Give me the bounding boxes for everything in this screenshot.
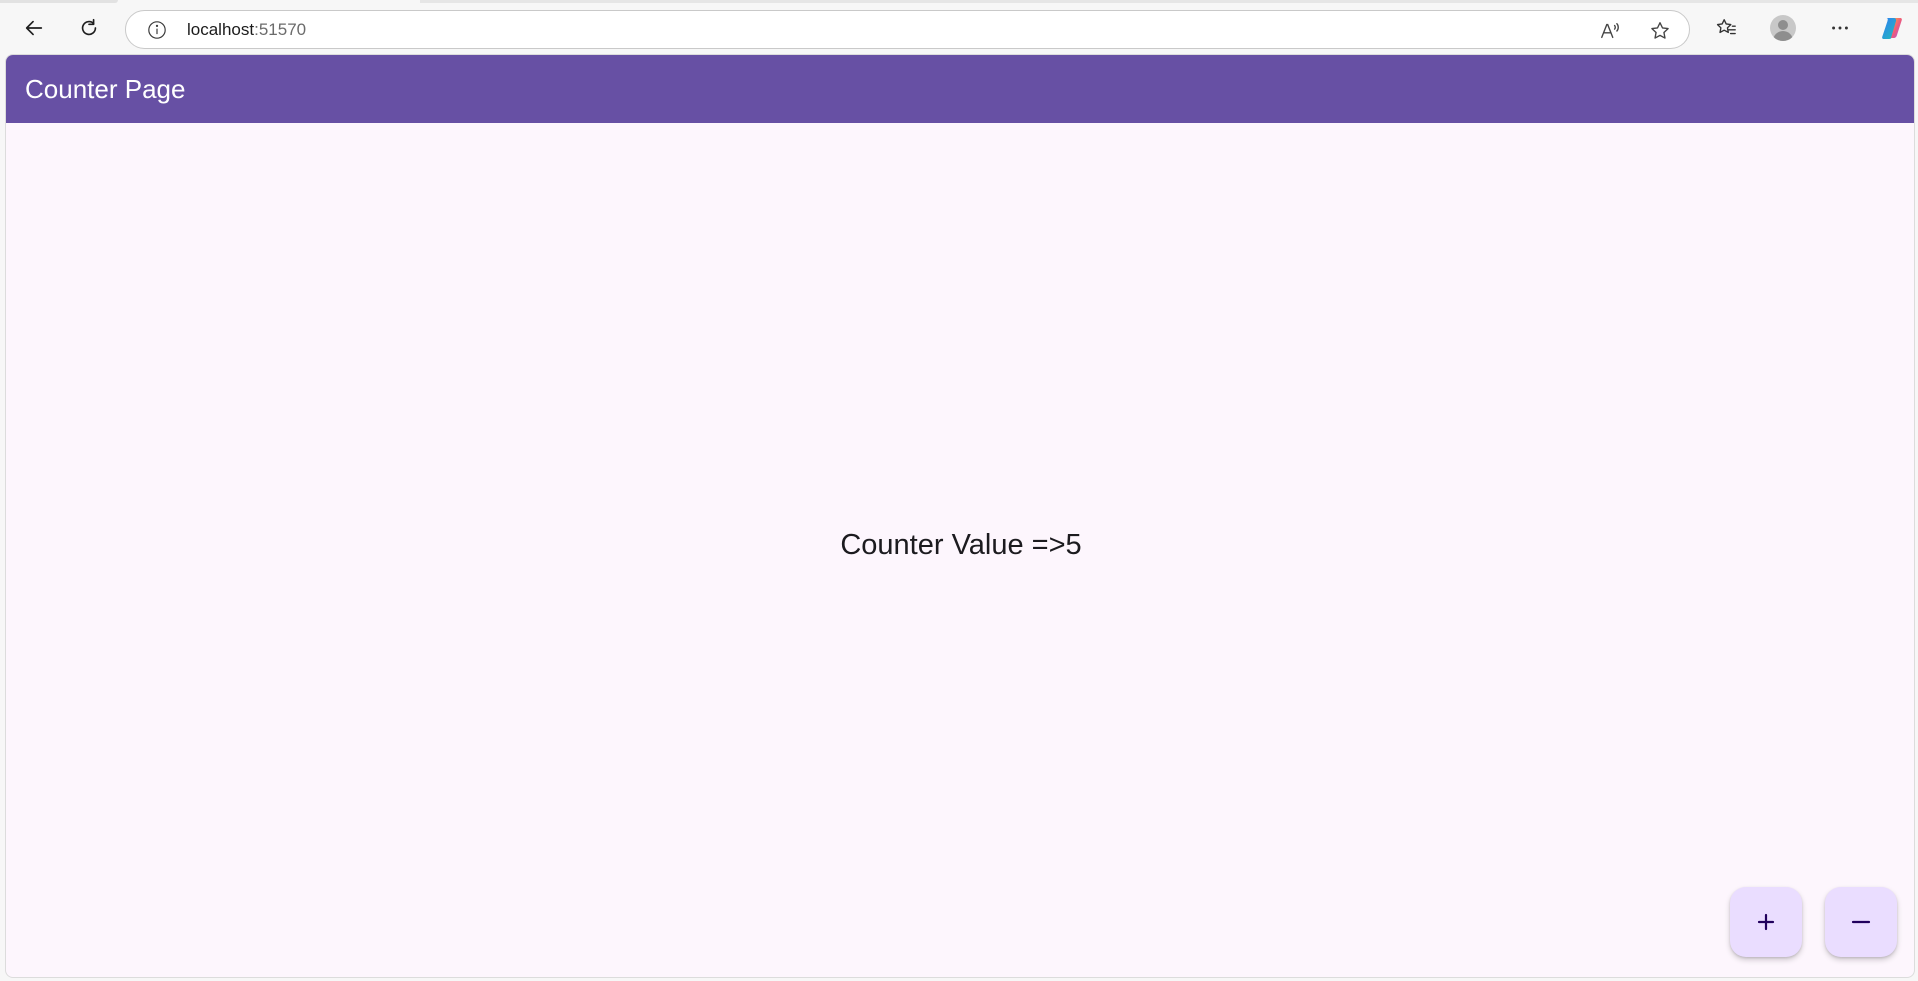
star-icon[interactable] bbox=[1648, 19, 1672, 43]
tab-strip-segment bbox=[0, 0, 118, 3]
back-button[interactable] bbox=[16, 10, 52, 46]
info-icon[interactable] bbox=[146, 19, 168, 41]
copilot-icon[interactable] bbox=[1878, 13, 1908, 43]
tab-strip-segment bbox=[420, 0, 1918, 3]
read-aloud-icon[interactable] bbox=[1598, 19, 1622, 43]
url-text[interactable]: localhost:51570 bbox=[187, 20, 306, 40]
avatar bbox=[1770, 15, 1796, 41]
url-port: :51570 bbox=[254, 20, 307, 39]
url-host: localhost bbox=[187, 20, 255, 39]
favorites-icon[interactable] bbox=[1711, 13, 1741, 43]
page-title: Counter Page bbox=[25, 73, 186, 104]
browser-toolbar: localhost:51570 bbox=[0, 0, 1918, 55]
decrement-button[interactable] bbox=[1825, 887, 1897, 957]
plus-icon bbox=[1757, 913, 1775, 931]
increment-button[interactable] bbox=[1730, 887, 1802, 957]
minus-icon bbox=[1851, 920, 1871, 924]
tab-strip bbox=[0, 0, 1918, 4]
page-viewport: Counter Page Counter Value =>5 bbox=[5, 54, 1915, 978]
counter-value-text: Counter Value =>5 bbox=[840, 529, 1082, 561]
back-arrow-icon bbox=[25, 20, 43, 36]
address-bar[interactable]: localhost:51570 bbox=[125, 10, 1690, 49]
more-icon[interactable] bbox=[1825, 13, 1855, 43]
profile-avatar-icon[interactable] bbox=[1768, 13, 1798, 43]
app-bar: Counter Page bbox=[6, 55, 1914, 123]
refresh-button[interactable] bbox=[71, 10, 107, 46]
refresh-icon bbox=[81, 18, 97, 36]
